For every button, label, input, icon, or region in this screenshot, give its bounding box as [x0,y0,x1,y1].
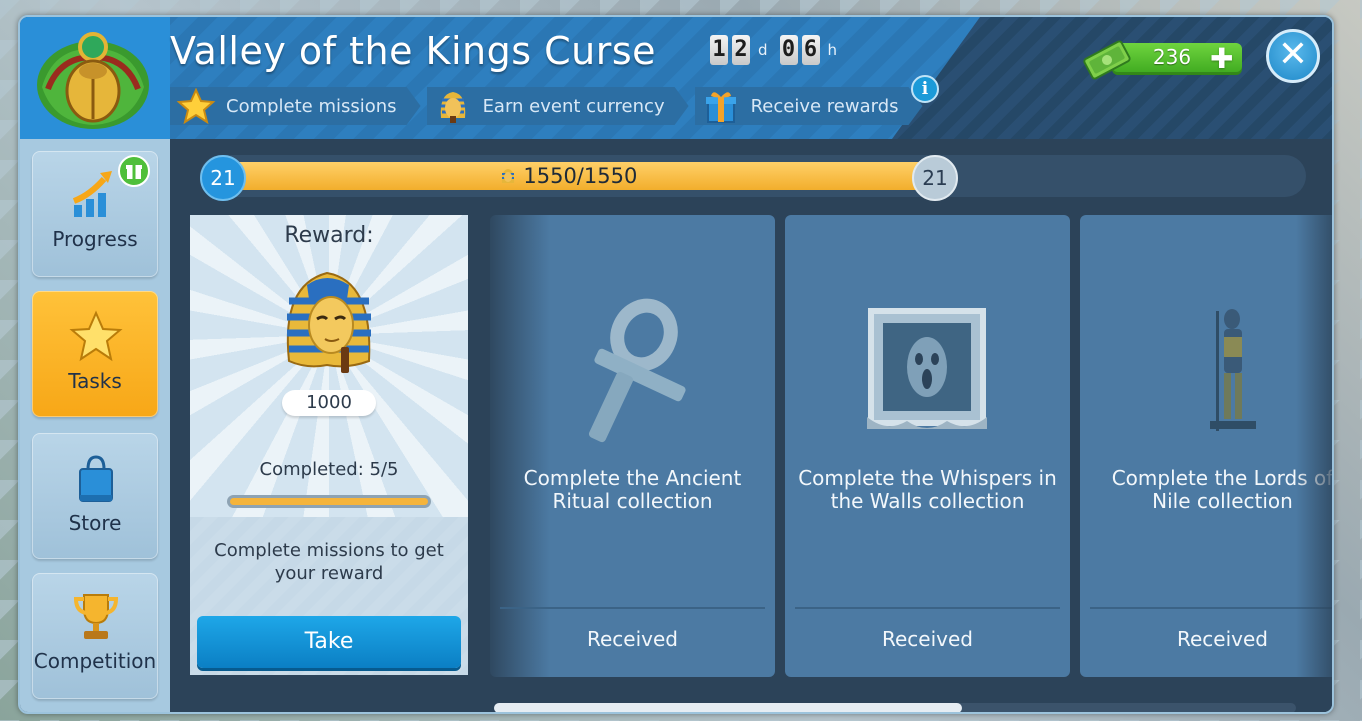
timer-hours-unit: h [827,41,838,59]
card-divider [500,607,765,609]
reward-note: Complete missions to get your reward [214,540,444,584]
currency-display[interactable]: 236 ✚ [1082,39,1242,80]
step-earn-currency: Earn event currency [427,87,689,125]
growth-chart-icon [72,171,112,217]
timer-digit: 6 [801,35,820,65]
add-currency-icon[interactable]: ✚ [1210,45,1233,73]
close-button[interactable]: ✕ [1266,29,1320,83]
timer-days-unit: d [758,41,768,59]
cards-right-fade [1296,211,1332,681]
money-icon [1083,40,1131,80]
gift-badge-icon [118,155,150,187]
pharaoh-mask-icon [433,88,473,124]
event-logo-box [20,17,170,139]
event-window: Valley of the Kings Curse 1 2 d 0 6 h Co… [18,15,1334,714]
level-end-badge: 21 [912,155,958,201]
sidebar-item-label: Tasks [68,369,122,393]
event-steps: Complete missions Earn event currency Re… [170,87,929,125]
star-icon [176,88,216,124]
star-icon [69,310,123,362]
sidebar-item-store[interactable]: Store [32,433,158,559]
pharaoh-mask-icon [499,164,517,183]
card-status: Received [882,627,973,651]
sidebar-item-label: Competition [33,649,157,673]
reward-panel: Reward: 1000 Completed: 5/5 Complete mis… [190,215,468,675]
shopping-bag-icon [79,455,113,502]
completed-count: Completed: 5/5 [259,459,399,480]
timer-digit: 0 [779,35,798,65]
cards-scrollbar-thumb[interactable] [494,703,962,712]
cards-scrollbar[interactable] [494,703,1296,712]
event-timer: 1 2 d 0 6 h [710,35,845,65]
card-divider [795,607,1060,609]
completed-progress-fill [230,498,428,505]
step-complete-missions: Complete missions [170,87,421,125]
level-start-badge: 21 [200,155,246,201]
take-button[interactable]: Take [197,616,461,668]
progress-value: 1550/1550 [523,164,638,188]
timer-digit: 2 [732,35,750,65]
step-label: Earn event currency [482,95,665,117]
card-title: Complete the Ancient Ritual collection [523,466,742,513]
step-receive-rewards: Receive rewards [695,87,923,125]
ghost-frame-icon [867,308,987,429]
card-status: Received [587,627,678,651]
completed-progress-bar [227,495,431,508]
step-label: Complete missions [226,95,397,117]
card-title: Complete the Whispers in the Walls colle… [798,466,1057,513]
currency-value: 236 [1152,45,1192,69]
ankh-icon [588,298,686,443]
timer-digit: 1 [710,35,728,65]
reward-title: Reward: [284,223,374,248]
reward-amount: 1000 [282,390,376,416]
sidebar-item-label: Progress [52,227,138,251]
anubis-statue-icon [1210,309,1256,431]
sidebar-item-competition[interactable]: Competition [32,573,158,699]
header: Valley of the Kings Curse 1 2 d 0 6 h Co… [20,17,1332,139]
reward-lower-section: Complete missions to get your reward Tak… [190,517,468,675]
sidebar-item-progress[interactable]: Progress [32,151,158,277]
mission-card[interactable]: Complete the Whispers in the Walls colle… [785,215,1070,677]
event-progress-text: 1550/1550 [212,162,924,190]
scarab-logo-icon [37,32,149,129]
info-icon[interactable]: i [911,75,939,103]
sidebar-item-tasks[interactable]: Tasks [32,291,158,417]
tasks-content: 1550/1550 21 21 Reward: 1000 Completed: … [170,139,1332,712]
mission-cards[interactable]: Complete the Ancient Ritual collection R… [468,211,1332,681]
mission-card[interactable]: Complete the Ancient Ritual collection R… [490,215,775,677]
event-title: Valley of the Kings Curse [170,29,657,73]
step-label: Receive rewards [750,95,899,117]
gift-icon [701,88,741,124]
sidebar: Progress Tasks Store Competition [20,139,170,712]
sidebar-item-label: Store [68,511,122,535]
pharaoh-mask-icon [286,271,371,373]
trophy-icon [73,594,119,639]
